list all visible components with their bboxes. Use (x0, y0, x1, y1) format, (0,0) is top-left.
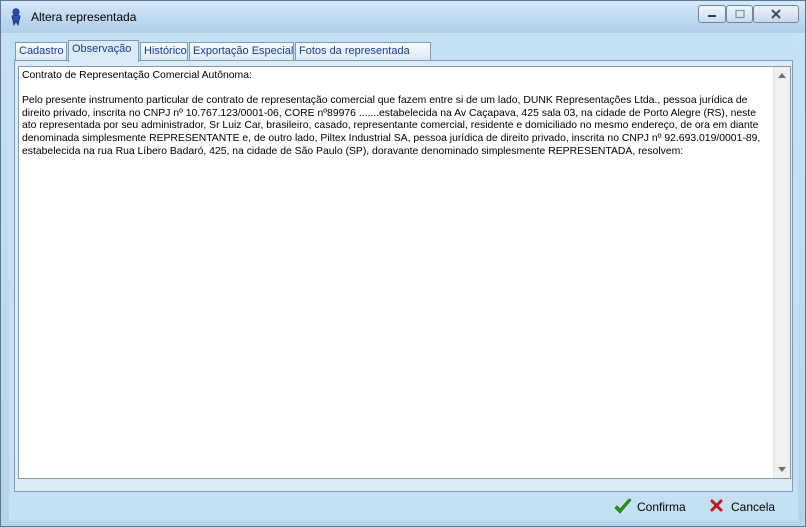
observation-memo[interactable]: Contrato de Representação Comercial Autô… (18, 66, 791, 479)
memo-text[interactable]: Contrato de Representação Comercial Autô… (22, 70, 768, 158)
cancel-label: Cancela (731, 500, 776, 514)
arrow-down-icon (778, 467, 786, 472)
memo-scrollbar[interactable] (773, 67, 790, 478)
tab-cadastro[interactable]: Cadastro (15, 42, 67, 61)
x-icon (710, 499, 723, 512)
ribbon-person-icon (11, 8, 21, 26)
window-title: Altera representada (31, 10, 137, 24)
close-button[interactable] (753, 5, 799, 23)
tab-historico[interactable]: Histórico (140, 42, 188, 61)
maximize-icon (734, 9, 745, 19)
tab-observacao[interactable]: Observação (68, 40, 139, 62)
memo-heading: Contrato de Representação Comercial Autô… (22, 70, 252, 81)
cancel-button[interactable]: Cancela (708, 497, 780, 517)
minimize-button[interactable] (698, 5, 726, 23)
checkmark-icon (614, 498, 632, 514)
dialog-body: Cadastro Observação Histórico Exportação… (9, 33, 798, 521)
confirm-label: Confirma (637, 500, 686, 514)
dialog-window: Altera representada Cadastro Observação … (0, 0, 806, 527)
scroll-down-button[interactable] (774, 461, 790, 478)
tab-panel-observacao: Contrato de Representação Comercial Autô… (14, 60, 793, 492)
close-icon (771, 9, 781, 19)
scroll-up-button[interactable] (774, 67, 790, 84)
tab-fotos-da-representada[interactable]: Fotos da representada (295, 42, 431, 61)
maximize-button[interactable] (726, 5, 753, 23)
memo-body: Pelo presente instrumento particular de … (22, 95, 761, 157)
tab-exportacao-especial[interactable]: Exportação Especial (189, 42, 294, 61)
minimize-icon (708, 15, 716, 17)
confirm-button[interactable]: Confirma (613, 497, 693, 517)
arrow-up-icon (778, 73, 786, 78)
title-bar[interactable]: Altera representada (1, 1, 805, 33)
memo-blank-line (22, 83, 768, 96)
